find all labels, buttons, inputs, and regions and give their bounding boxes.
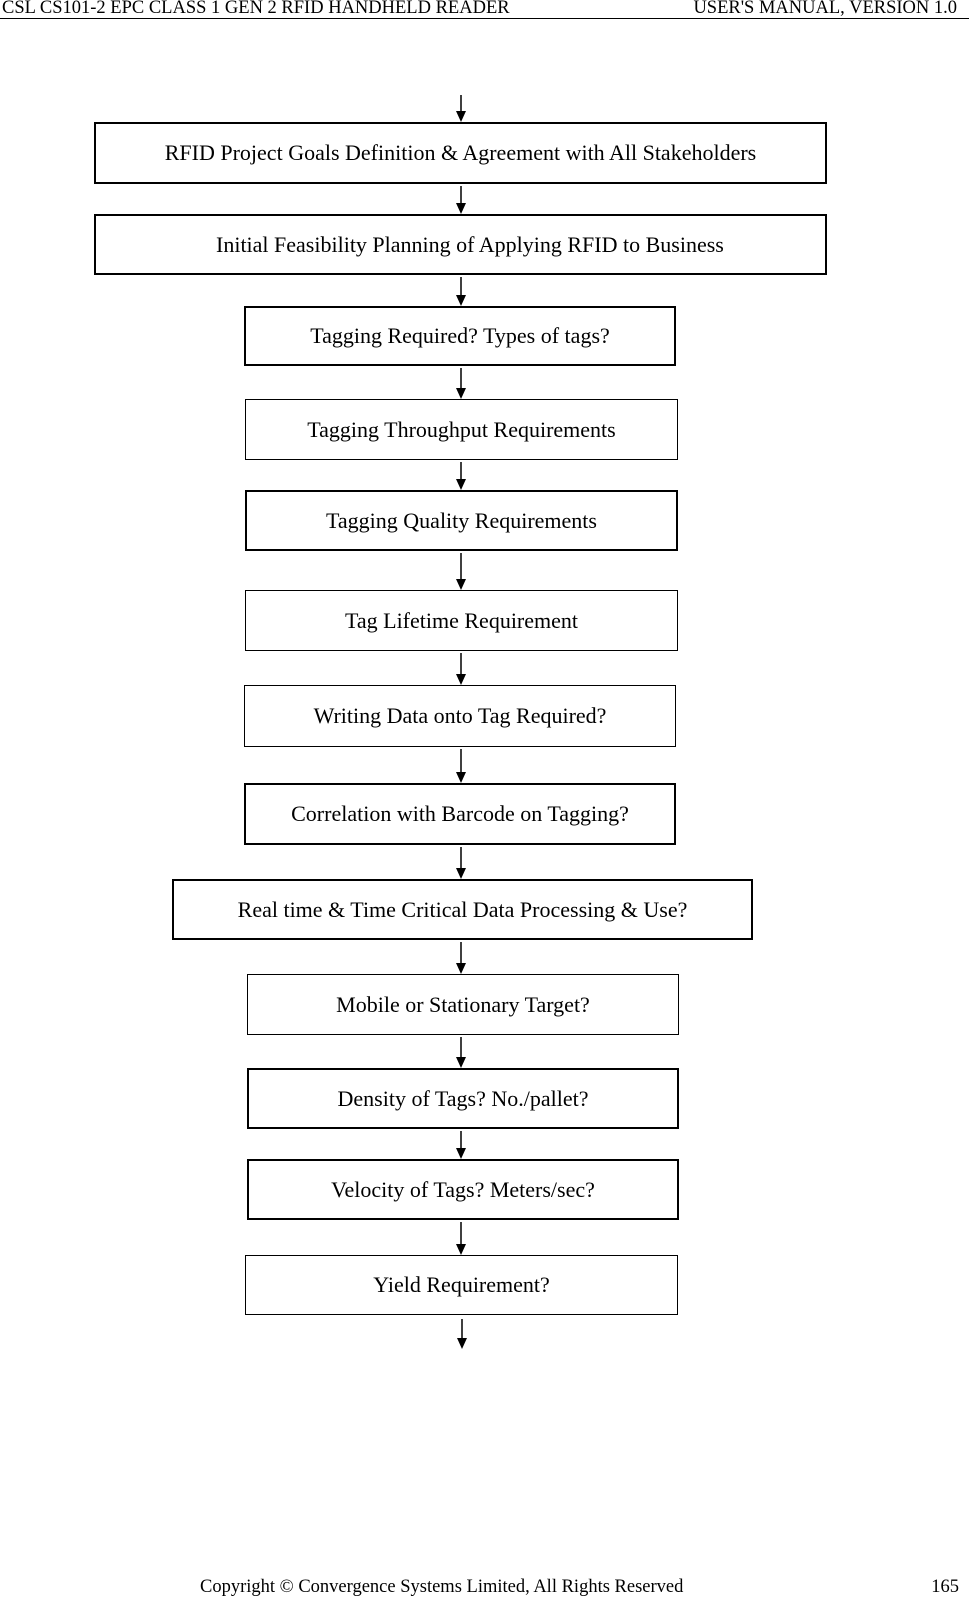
arrow-head (456, 111, 466, 122)
flowchart-step: Correlation with Barcode on Tagging? (244, 783, 676, 845)
arrow-head (456, 295, 466, 306)
flowchart-step: Tag Lifetime Requirement (245, 590, 678, 651)
step-label: Tagging Required? Types of tags? (310, 323, 610, 348)
step-label: Writing Data onto Tag Required? (313, 703, 607, 728)
arrow-head (456, 868, 466, 879)
arrow-head (456, 1057, 466, 1068)
flowchart-step: Tagging Throughput Requirements (245, 399, 678, 460)
arrow-head (457, 1338, 467, 1349)
arrow-head (456, 1148, 466, 1159)
arrow-head (456, 579, 466, 590)
step-label: Tag Lifetime Requirement (344, 607, 579, 633)
arrow-head (456, 388, 466, 399)
arrow-head (456, 772, 466, 783)
flowchart-step: Mobile or Stationary Target? (247, 974, 679, 1035)
page-number: 165 (931, 1577, 959, 1597)
arrow-head (456, 479, 466, 490)
arrow-head (456, 963, 466, 974)
flowchart-step: Initial Feasibility Planning of Applying… (94, 214, 827, 275)
flowchart-step: Velocity of Tags? Meters/sec? (247, 1159, 679, 1220)
step-label: Mobile or Stationary Target? (336, 991, 590, 1017)
step-label: Density of Tags? No./pallet? (337, 1085, 589, 1111)
step-label: Real time & Time Critical Data Processin… (237, 896, 688, 922)
step-label: Tagging Throughput Requirements (307, 416, 616, 442)
flowchart-step: Tagging Quality Requirements (245, 490, 678, 551)
flowchart-step: Density of Tags? No./pallet? (247, 1068, 679, 1129)
step-label: Initial Feasibility Planning of Applying… (216, 231, 724, 257)
arrow-head (456, 674, 466, 685)
flowchart-step: Tagging Required? Types of tags? (244, 306, 676, 366)
flowchart-step: Real time & Time Critical Data Processin… (172, 879, 753, 940)
step-label: Yield Requirement? (373, 1272, 550, 1297)
step-label: Tagging Quality Requirements (326, 507, 597, 533)
step-label: Correlation with Barcode on Tagging? (291, 801, 629, 826)
arrow-head (456, 1244, 466, 1255)
step-label: Velocity of Tags? Meters/sec? (331, 1176, 595, 1202)
flowchart-step: RFID Project Goals Definition & Agreemen… (94, 122, 827, 184)
arrow-head (456, 203, 466, 214)
flowchart-step: Writing Data onto Tag Required? (244, 685, 676, 747)
step-label: RFID Project Goals Definition & Agreemen… (164, 140, 757, 165)
flowchart-step: Yield Requirement? (245, 1255, 678, 1315)
footer-copyright: Copyright © Convergence Systems Limited,… (200, 1577, 684, 1597)
manual-page: CSL CS101-2 EPC CLASS 1 GEN 2 RFID HANDH… (0, 0, 969, 1599)
